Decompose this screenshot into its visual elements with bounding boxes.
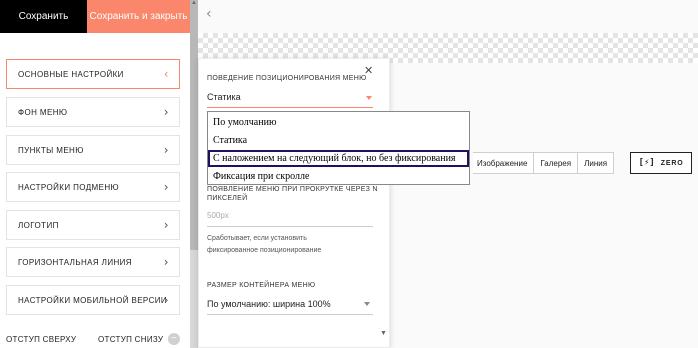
- sidebar-item-logo[interactable]: ЛОГОТИП ›: [6, 210, 180, 240]
- gallery-button[interactable]: Галерея: [533, 152, 579, 174]
- settings-sidebar: Сохранить Сохранить и закрыть ОСНОВНЫЕ Н…: [0, 0, 190, 348]
- chevron-right-icon: ›: [163, 105, 169, 119]
- zero-block-button[interactable]: [⚡] ZERO: [630, 152, 692, 174]
- positioning-dropdown-list: По умолчанию Статика С наложением на сле…: [207, 111, 470, 185]
- minus-icon[interactable]: −: [168, 333, 180, 345]
- show-after-input[interactable]: 500px: [207, 211, 229, 220]
- sidebar-item-horizontal-line[interactable]: ГОРИЗОНТАЛЬНАЯ ЛИНИЯ ›: [6, 247, 180, 277]
- sidebar-item-label: ОСНОВНЫЕ НАСТРОЙКИ: [18, 69, 124, 79]
- chevron-right-icon: ›: [163, 143, 169, 157]
- sidebar-item-mobile-settings[interactable]: НАСТРОЙКИ МОБИЛЬНОЙ ВЕРСИИ ›: [6, 285, 180, 315]
- container-size-underline: [207, 314, 373, 315]
- sidebar-item-menu-background[interactable]: ФОН МЕНЮ ›: [6, 97, 180, 127]
- padding-bottom-label: ОТСТУП СНИЗУ: [98, 335, 164, 344]
- padding-top-label: ОТСТУП СВЕРХУ: [6, 335, 77, 344]
- add-block-toolbar: Изображение Галерея Линия: [473, 152, 615, 174]
- chevron-down-icon[interactable]: [366, 96, 372, 100]
- show-after-label-2: ПИКСЕЛЕЙ: [207, 195, 248, 202]
- show-after-input-underline: [207, 226, 373, 227]
- chevron-right-icon: ›: [163, 180, 169, 194]
- sidebar-item-submenu-settings[interactable]: НАСТРОЙКИ ПОДМЕНЮ ›: [6, 172, 180, 202]
- sidebar-item-label: ФОН МЕНЮ: [18, 107, 68, 117]
- line-button[interactable]: Линия: [577, 152, 615, 174]
- sidebar-item-label: НАСТРОЙКИ ПОДМЕНЮ: [18, 182, 119, 192]
- container-size-select[interactable]: По умолчанию: ширина 100%: [207, 299, 331, 309]
- sidebar-scrollbar-thumb[interactable]: [190, 0, 198, 250]
- sidebar-item-label: ЛОГОТИП: [18, 220, 59, 230]
- chevron-left-icon[interactable]: ‹: [206, 6, 212, 22]
- chevron-left-icon: ‹: [163, 67, 169, 81]
- show-after-label-1: ПОЯВЛЕНИЕ МЕНЮ ПРИ ПРОКРУТКЕ ЧЕРЕЗ N: [207, 186, 378, 193]
- scroll-down-icon[interactable]: ▼: [380, 330, 387, 337]
- image-button[interactable]: Изображение: [473, 152, 535, 174]
- chevron-right-icon: ›: [163, 255, 169, 269]
- sidebar-item-menu-items[interactable]: ПУНКТЫ МЕНЮ ›: [6, 135, 180, 165]
- save-button[interactable]: Сохранить: [0, 0, 87, 33]
- dropdown-option[interactable]: Фиксация при скролле: [208, 168, 469, 185]
- scroll-up-icon[interactable]: ▲: [190, 0, 198, 6]
- zero-label: ZERO: [660, 159, 684, 167]
- show-after-help-2: фиксированное позиционирование: [207, 247, 322, 254]
- chevron-right-icon: ›: [163, 293, 169, 307]
- dropdown-option-selected[interactable]: С наложением на следующий блок, но без ф…: [208, 150, 469, 167]
- chevron-right-icon: ›: [163, 218, 169, 232]
- lightning-icon: [⚡]: [638, 158, 655, 168]
- positioning-select[interactable]: Статика: [207, 92, 241, 102]
- save-and-close-button[interactable]: Сохранить и закрыть: [87, 0, 190, 33]
- show-after-help-1: Сработывает, если установить: [207, 235, 307, 242]
- dropdown-option[interactable]: Статика: [208, 132, 469, 149]
- padding-labels-row: ОТСТУП СВЕРХУ ОТСТУП СНИЗУ −: [6, 333, 186, 347]
- sidebar-item-label: НАСТРОЙКИ МОБИЛЬНОЙ ВЕРСИИ: [18, 295, 168, 305]
- chevron-down-icon[interactable]: [364, 302, 370, 306]
- sidebar-item-label: ГОРИЗОНТАЛЬНАЯ ЛИНИЯ: [18, 257, 132, 267]
- dropdown-option[interactable]: По умолчанию: [208, 114, 469, 131]
- container-size-label: РАЗМЕР КОНТЕЙНЕРА МЕНЮ: [207, 282, 316, 289]
- sidebar-item-label: ПУНКТЫ МЕНЮ: [18, 145, 84, 155]
- positioning-select-underline: [207, 107, 373, 108]
- positioning-label: ПОВЕДЕНИЕ ПОЗИЦИОНИРОВАНИЯ МЕНЮ: [207, 75, 367, 82]
- sidebar-item-main-settings[interactable]: ОСНОВНЫЕ НАСТРОЙКИ ‹: [6, 59, 180, 89]
